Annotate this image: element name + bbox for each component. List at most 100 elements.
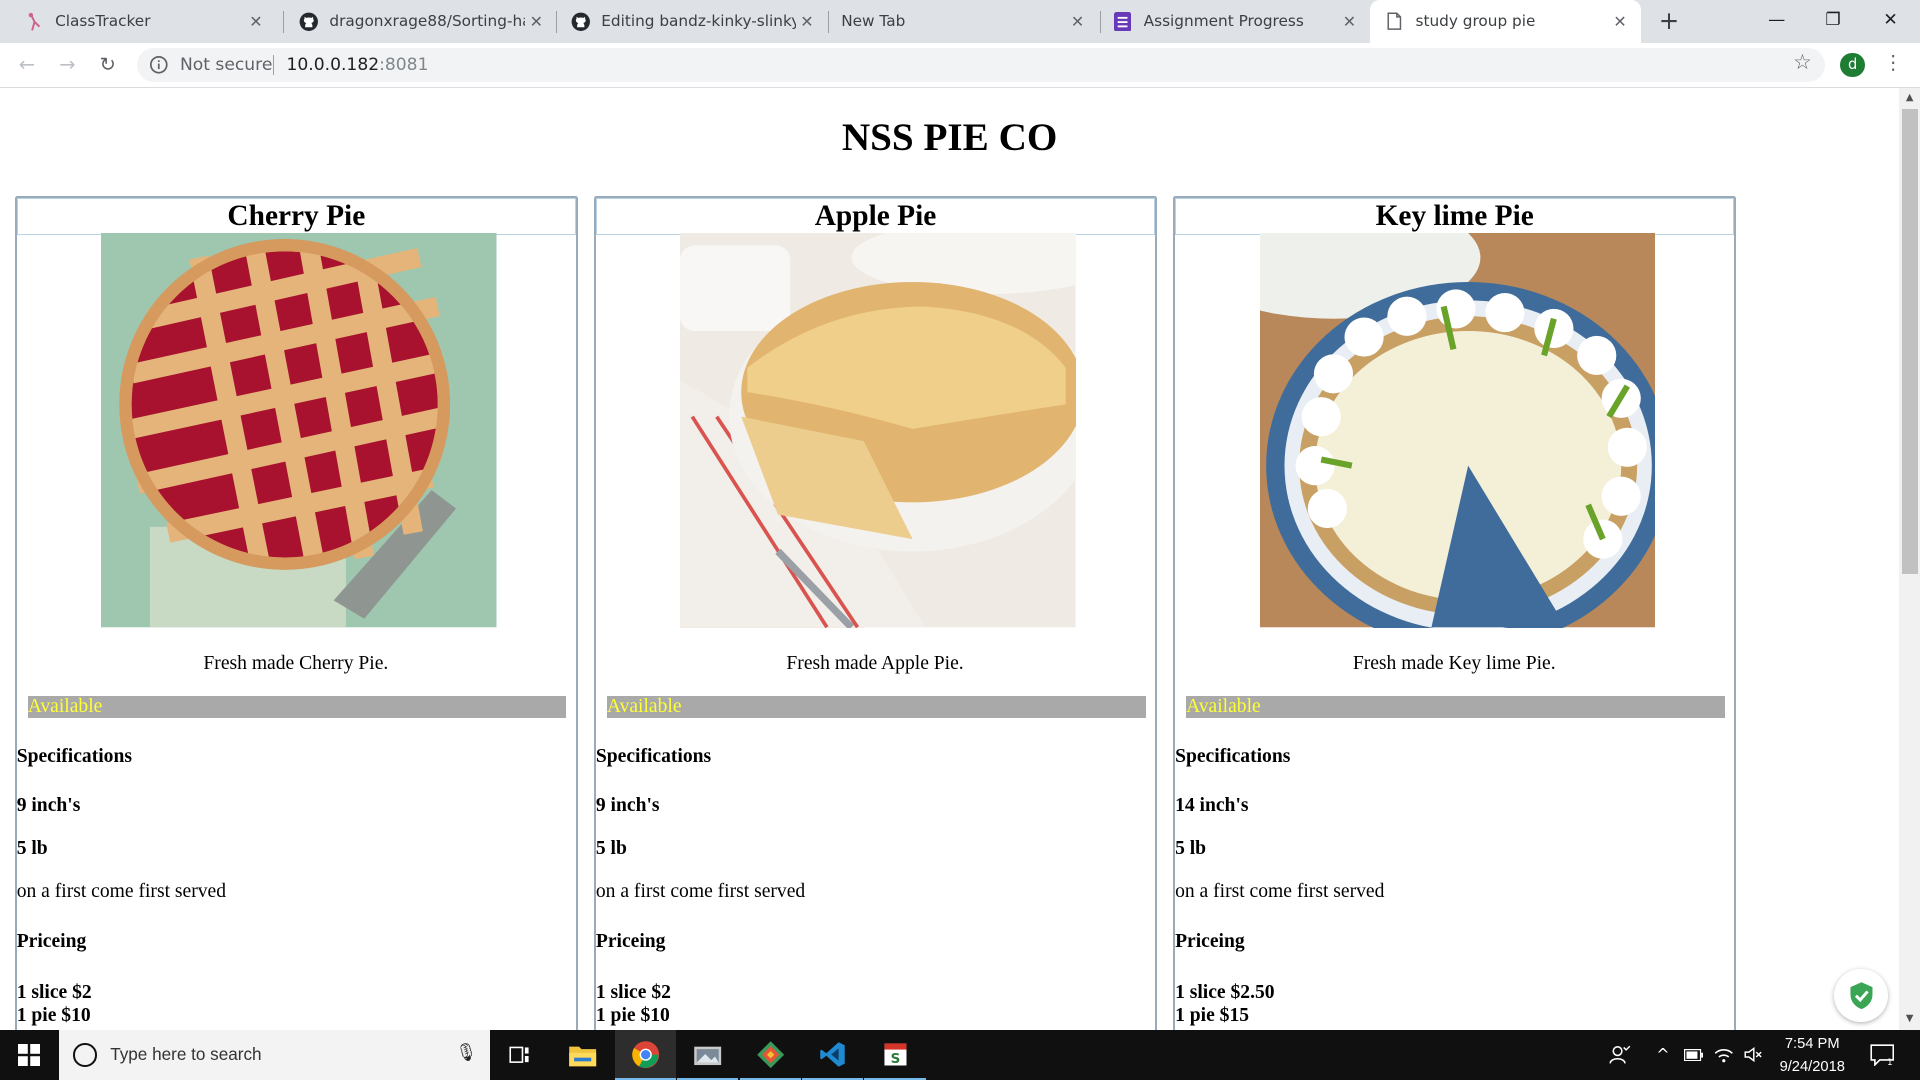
price-slice: 1 slice $2: [16, 981, 92, 1003]
price-slice: 1 slice $2: [595, 981, 671, 1003]
status-badge: Available: [606, 696, 1146, 719]
pricing-heading: Priceing: [595, 931, 666, 953]
price-slice: 1 slice $2.50: [1175, 981, 1275, 1003]
screen: ClassTracker ✕ dragonxrage88/Sorting-hat…: [0, 0, 1920, 1080]
price-pie: 1 pie $10: [595, 1004, 670, 1026]
close-icon[interactable]: ✕: [1067, 12, 1089, 31]
minimize-button[interactable]: —: [1749, 0, 1805, 39]
card-description: Fresh made Apple Pie.: [786, 653, 964, 675]
vscode-icon[interactable]: [802, 1030, 864, 1080]
scroll-up-icon[interactable]: ▲: [1899, 88, 1920, 109]
wifi-icon[interactable]: [1711, 1030, 1738, 1080]
cortana-icon: [73, 1043, 98, 1067]
restore-button[interactable]: ❐: [1805, 0, 1861, 39]
notification-count: 1: [1887, 1058, 1892, 1066]
tab-new-tab[interactable]: New Tab ✕: [818, 0, 1098, 43]
scroll-down-icon[interactable]: ▼: [1899, 1009, 1920, 1030]
github-icon: [571, 12, 591, 32]
back-icon[interactable]: ←: [12, 50, 41, 79]
chevron-up-icon[interactable]: ^: [1651, 1030, 1675, 1080]
tab-label: dragonxrage88/Sorting-hat: [329, 12, 526, 31]
classtracker-icon: [24, 12, 44, 32]
close-icon[interactable]: ✕: [1609, 12, 1631, 31]
windows-taskbar: Type here to search 🎙 S ^ 7:54 PM 9/24/2…: [0, 1029, 1920, 1080]
card-title: Apple Pie: [595, 197, 1156, 236]
page-title: NSS PIE CO: [841, 116, 1058, 160]
reload-icon[interactable]: ↻: [93, 50, 122, 79]
tab-editing[interactable]: Editing bandz-kinky-slinky/R ✕: [546, 0, 828, 43]
git-kraken-icon[interactable]: [739, 1030, 801, 1080]
photos-app-icon[interactable]: [677, 1030, 739, 1080]
spec-heading: Specifications: [595, 746, 712, 768]
pricing-heading: Priceing: [16, 931, 87, 953]
github-icon: [299, 12, 319, 32]
omnibox-divider: [273, 55, 275, 75]
battery-icon[interactable]: [1680, 1030, 1707, 1080]
close-icon[interactable]: ✕: [525, 12, 547, 31]
clock-time: 7:54 PM: [1784, 1036, 1840, 1053]
card-description: Fresh made Cherry Pie.: [203, 653, 389, 675]
info-icon[interactable]: [149, 55, 169, 75]
spec-size: 9 inch's: [16, 795, 81, 817]
price-pie: 1 pie $15: [1175, 1004, 1250, 1026]
taskbar-search-box[interactable]: Type here to search 🎙: [58, 1029, 490, 1080]
pie-card-cherry: Cherry Pie Fresh made Cherry Pie. Availa…: [14, 195, 578, 1030]
tab-assignment-progress[interactable]: Assignment Progress ✕: [1089, 0, 1371, 43]
slack-app-icon[interactable]: S: [864, 1030, 926, 1080]
microphone-icon[interactable]: 🎙: [456, 1043, 478, 1063]
new-tab-button[interactable]: +: [1654, 6, 1683, 35]
status-badge: Available: [1186, 696, 1725, 719]
close-icon[interactable]: ✕: [245, 12, 267, 31]
notification-icon[interactable]: 1: [1861, 1030, 1903, 1080]
taskbar-clock[interactable]: 7:54 PM 9/24/2018: [1763, 1033, 1861, 1077]
tab-label: ClassTracker: [55, 12, 151, 31]
tab-study-group-pie[interactable]: study group pie ✕: [1370, 0, 1641, 43]
spec-note: on a first come first served: [595, 881, 806, 903]
close-icon[interactable]: ✕: [1338, 12, 1360, 31]
spec-note: on a first come first served: [16, 881, 226, 903]
file-explorer-icon[interactable]: [552, 1030, 613, 1080]
clock-date: 9/24/2018: [1779, 1058, 1845, 1075]
page-scrollbar[interactable]: ▲ ▼: [1899, 88, 1920, 1030]
url-port: :8081: [379, 55, 429, 76]
task-view-icon[interactable]: [490, 1030, 551, 1080]
forms-icon: [1113, 11, 1133, 32]
tab-classtracker[interactable]: ClassTracker ✕: [0, 0, 277, 43]
url-text[interactable]: 10.0.0.182:8081: [287, 55, 429, 75]
bookmark-star-icon[interactable]: ☆: [1790, 50, 1814, 74]
menu-dots-icon[interactable]: ⋮: [1883, 51, 1903, 75]
profile-avatar[interactable]: d: [1840, 52, 1865, 78]
page-icon: [1385, 12, 1405, 32]
forward-icon[interactable]: →: [53, 50, 82, 79]
cherry-pie-image: [101, 233, 497, 628]
pie-card-apple: Apple Pie Fresh made Apple Pie. Availabl…: [593, 195, 1158, 1030]
close-icon[interactable]: ✕: [796, 12, 818, 31]
spec-heading: Specifications: [16, 746, 132, 768]
key-lime-pie-image: [1259, 233, 1656, 628]
card-title: Key lime Pie: [1175, 197, 1735, 236]
shield-check-icon[interactable]: [1834, 968, 1889, 1023]
spec-heading: Specifications: [1175, 746, 1291, 768]
security-label: Not secure: [179, 55, 273, 76]
windows-start-icon[interactable]: [0, 1030, 59, 1080]
apple-pie-image: [680, 233, 1076, 628]
spec-size: 9 inch's: [595, 795, 660, 817]
spec-weight: 5 lb: [595, 838, 627, 860]
spec-size: 14 inch's: [1175, 795, 1249, 817]
pricing-heading: Priceing: [1175, 931, 1245, 953]
tab-label: New Tab: [841, 12, 906, 31]
search-placeholder: Type here to search: [110, 1044, 262, 1065]
spec-weight: 5 lb: [16, 838, 48, 860]
address-bar[interactable]: Not secure 10.0.0.182:8081: [137, 47, 1825, 83]
tab-sorting-hat[interactable]: dragonxrage88/Sorting-hat ✕: [274, 0, 557, 43]
tab-strip: ClassTracker ✕ dragonxrage88/Sorting-hat…: [0, 0, 1920, 43]
tab-label: Assignment Progress: [1143, 12, 1304, 31]
browser-toolbar: ← → ↻ Not secure 10.0.0.182:8081: [0, 42, 1920, 88]
scrollbar-thumb[interactable]: [1901, 108, 1918, 575]
tab-label: Editing bandz-kinky-slinky/R: [601, 12, 796, 31]
url-host: 10.0.0.182: [286, 55, 380, 76]
close-window-button[interactable]: ✕: [1862, 0, 1918, 39]
people-icon[interactable]: [1604, 1030, 1636, 1080]
card-description: Fresh made Key lime Pie.: [1352, 653, 1556, 675]
chrome-icon[interactable]: [614, 1029, 676, 1080]
